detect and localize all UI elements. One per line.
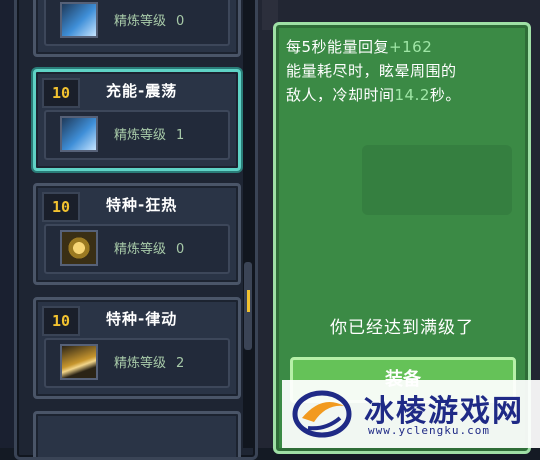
skill-card-0-inner: 精炼等级 0: [44, 0, 230, 46]
skill-list-panel[interactable]: 精炼等级 0 10 充能-震荡 精炼等级 1 10 特种-狂热 精炼等级 0 10 特…: [14, 0, 258, 460]
level-badge: 10: [42, 78, 80, 108]
desc-line3-suffix: 秒。: [429, 86, 461, 104]
refine-label: 精炼等级: [114, 356, 167, 371]
skill-card-3[interactable]: 10 特种-律动 精炼等级 2: [33, 297, 241, 399]
detail-background-art: [362, 145, 512, 215]
skill-card-0[interactable]: 精炼等级 0: [33, 0, 241, 57]
skill-title: 特种-律动: [106, 310, 178, 328]
skill-title: 特种-狂热: [106, 196, 178, 214]
golden-gun-icon: [60, 344, 98, 380]
refine-level: 0: [176, 242, 185, 257]
level-badge: 10: [42, 306, 80, 336]
refine-level: 2: [176, 356, 185, 371]
desc-line2: 能量耗尽时，眩晕周围的: [286, 62, 457, 80]
desc-line3: 敌人，冷却时间: [286, 86, 395, 104]
refine-label: 精炼等级: [114, 242, 167, 257]
gold-chip-icon: [60, 230, 98, 266]
skill-title: 充能-震荡: [106, 82, 178, 100]
refine-label: 精炼等级: [114, 128, 167, 143]
cooldown-value: 14.2: [394, 86, 430, 104]
site-logo-icon: [292, 390, 352, 438]
skill-card-1[interactable]: 10 充能-震荡 精炼等级 1: [33, 69, 241, 171]
skill-card-2-inner: 精炼等级 0: [44, 224, 230, 274]
scrollbar-grip: [247, 290, 250, 312]
max-level-notice: 你已经达到满级了: [330, 318, 474, 338]
skill-card-4-partial[interactable]: [33, 411, 241, 457]
skill-card-1-inner: 精炼等级 1: [44, 110, 230, 160]
skill-card-2[interactable]: 10 特种-狂热 精炼等级 0: [33, 183, 241, 285]
energy-device-icon: [60, 2, 98, 38]
refine-label: 精炼等级: [114, 14, 167, 29]
desc-line1: 每5秒能量回复: [286, 38, 390, 56]
level-badge: 10: [42, 192, 80, 222]
skill-card-3-inner: 精炼等级 2: [44, 338, 230, 388]
energy-regen-value: +162: [389, 38, 433, 56]
scrollbar-track[interactable]: [243, 0, 253, 448]
energy-device-icon: [60, 116, 98, 152]
refine-level: 1: [176, 128, 185, 143]
skill-description: 每5秒能量回复+162 能量耗尽时，眩晕周围的 敌人，冷却时间14.2秒。: [286, 35, 518, 107]
site-url: www.yclengku.com: [368, 424, 490, 437]
refine-level: 0: [176, 14, 185, 29]
